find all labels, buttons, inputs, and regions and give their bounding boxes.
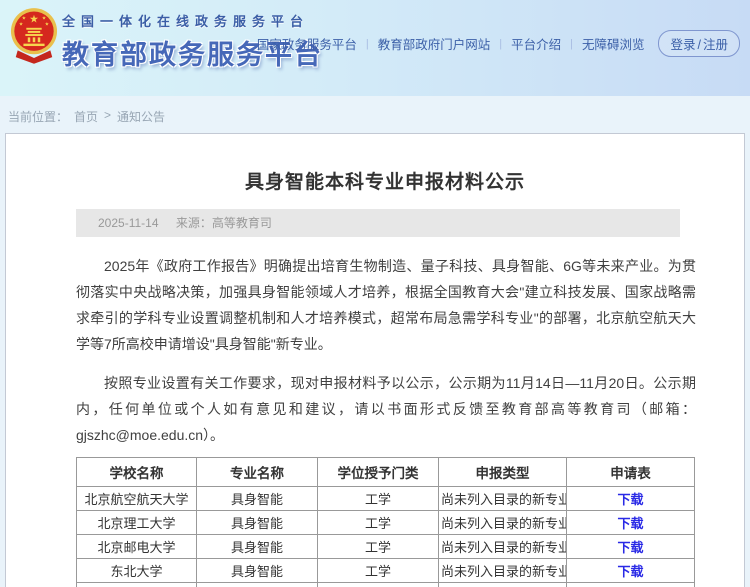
major-cell: 具身智能 bbox=[197, 535, 318, 559]
top-navigation: 国家政务服务平台 | 教育部政府门户网站 | 平台介绍 | 无障碍浏览 登录/注… bbox=[257, 30, 740, 57]
school-cell: 东北大学 bbox=[77, 559, 197, 583]
degree-cell: 工学 bbox=[318, 511, 439, 535]
degree-cell: 工学 bbox=[318, 559, 439, 583]
article-paragraph: 2025年《政府工作报告》明确提出培育生物制造、量子科技、具身智能、6G等未来产… bbox=[76, 253, 696, 357]
major-cell: 具身智能 bbox=[197, 511, 318, 535]
type-cell: 尚未列入目录的新专业 bbox=[439, 559, 567, 583]
content-panel: 具身智能本科专业申报材料公示 2025-11-14 来源：高等教育司 2025年… bbox=[5, 133, 745, 587]
publish-date: 2025-11-14 bbox=[98, 216, 159, 230]
application-table: 学校名称 专业名称 学位授予门类 申报类型 申请表 北京航空航天大学 具身智能 … bbox=[76, 457, 695, 587]
major-cell: 具身智能 bbox=[197, 559, 318, 583]
register-label[interactable]: 注册 bbox=[703, 38, 728, 52]
table-row: 上海交通大学 具身智能 工学 尚未列入目录的新专业 下载 bbox=[77, 583, 695, 587]
login-register-divider: / bbox=[698, 38, 701, 52]
nav-divider: | bbox=[570, 38, 573, 50]
degree-cell: 工学 bbox=[318, 535, 439, 559]
article-meta-bar: 2025-11-14 来源：高等教育司 bbox=[76, 209, 680, 237]
national-emblem-icon: ★ ★ ★ ★ ★ bbox=[10, 6, 58, 64]
download-link[interactable]: 下载 bbox=[617, 540, 643, 555]
download-link[interactable]: 下载 bbox=[617, 492, 643, 507]
major-cell: 具身智能 bbox=[197, 487, 318, 511]
article-paragraph: 按照专业设置有关工作要求，现对申报材料予以公示，公示期为11月14日—11月20… bbox=[76, 370, 696, 448]
type-cell: 尚未列入目录的新专业 bbox=[439, 583, 567, 587]
article-source: 来源：高等教育司 bbox=[176, 216, 272, 230]
svg-text:★: ★ bbox=[29, 14, 38, 26]
login-register-button[interactable]: 登录/注册 bbox=[658, 30, 740, 57]
major-cell: 具身智能 bbox=[197, 583, 318, 587]
download-link[interactable]: 下载 bbox=[617, 564, 643, 579]
nav-divider: | bbox=[366, 38, 369, 50]
degree-cell: 工学 bbox=[318, 487, 439, 511]
breadcrumb-separator-icon: > bbox=[104, 108, 111, 122]
table-row: 北京航空航天大学 具身智能 工学 尚未列入目录的新专业 下载 bbox=[77, 487, 695, 511]
type-cell: 尚未列入目录的新专业 bbox=[439, 511, 567, 535]
school-cell: 上海交通大学 bbox=[77, 583, 197, 587]
svg-text:★: ★ bbox=[19, 21, 23, 27]
type-cell: 尚未列入目录的新专业 bbox=[439, 535, 567, 559]
school-cell: 北京航空航天大学 bbox=[77, 487, 197, 511]
col-header-form: 申请表 bbox=[567, 458, 695, 487]
site-header: ★ ★ ★ ★ ★ 全国一体化在线政务服务平台 教育部政务服务平台 国家政务服务… bbox=[0, 0, 750, 96]
school-cell: 北京理工大学 bbox=[77, 511, 197, 535]
platform-slogan: 全国一体化在线政务服务平台 bbox=[62, 11, 323, 30]
breadcrumb-current: 通知公告 bbox=[117, 108, 165, 125]
table-row: 北京理工大学 具身智能 工学 尚未列入目录的新专业 下载 bbox=[77, 511, 695, 535]
degree-cell: 工学 bbox=[318, 583, 439, 587]
nav-accessibility[interactable]: 无障碍浏览 bbox=[582, 34, 645, 53]
breadcrumb: 当前位置： 首页 > 通知公告 bbox=[0, 96, 750, 133]
col-header-school: 学校名称 bbox=[77, 458, 197, 487]
nav-divider: | bbox=[499, 38, 502, 50]
school-cell: 北京邮电大学 bbox=[77, 535, 197, 559]
nav-national-platform[interactable]: 国家政务服务平台 bbox=[257, 34, 357, 53]
table-header-row: 学校名称 专业名称 学位授予门类 申报类型 申请表 bbox=[77, 458, 695, 487]
table-row: 北京邮电大学 具身智能 工学 尚未列入目录的新专业 下载 bbox=[77, 535, 695, 559]
type-cell: 尚未列入目录的新专业 bbox=[439, 487, 567, 511]
col-header-degree: 学位授予门类 bbox=[318, 458, 439, 487]
login-label[interactable]: 登录 bbox=[670, 38, 695, 52]
nav-platform-intro[interactable]: 平台介绍 bbox=[511, 34, 561, 53]
svg-text:★: ★ bbox=[42, 16, 46, 22]
col-header-major: 专业名称 bbox=[197, 458, 318, 487]
breadcrumb-home-link[interactable]: 首页 bbox=[74, 108, 98, 125]
svg-text:★: ★ bbox=[45, 21, 49, 27]
download-link[interactable]: 下载 bbox=[617, 516, 643, 531]
page-title: 具身智能本科专业申报材料公示 bbox=[76, 167, 694, 194]
col-header-type: 申报类型 bbox=[439, 458, 567, 487]
nav-moe-portal[interactable]: 教育部政府门户网站 bbox=[378, 34, 491, 53]
svg-text:★: ★ bbox=[22, 16, 26, 22]
table-row: 东北大学 具身智能 工学 尚未列入目录的新专业 下载 bbox=[77, 559, 695, 583]
breadcrumb-label: 当前位置： bbox=[8, 108, 68, 125]
